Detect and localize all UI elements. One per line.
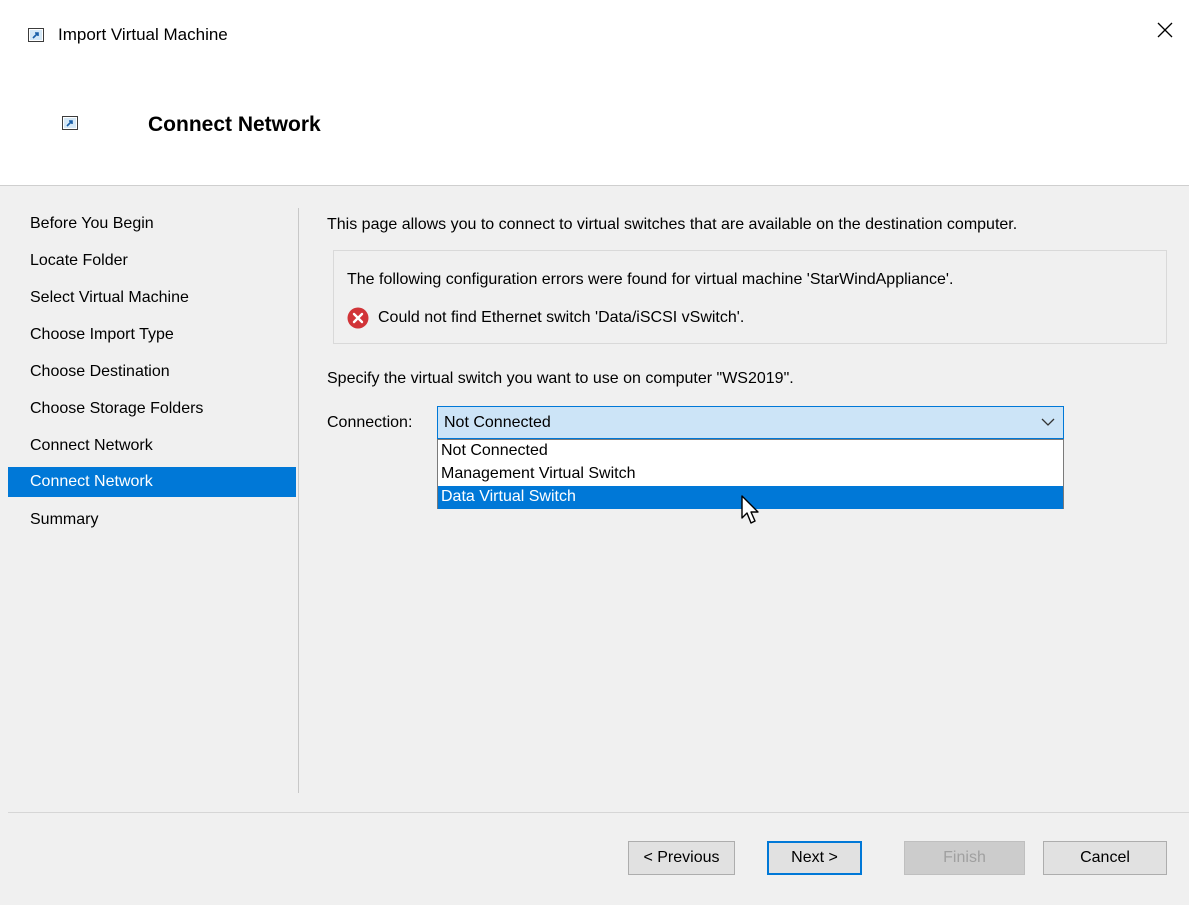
nav-item-summary[interactable]: Summary <box>8 501 296 538</box>
nav-item-choose-destination[interactable]: Choose Destination <box>8 353 296 390</box>
nav-item-connect-network[interactable]: Connect Network <box>8 427 296 464</box>
next-button[interactable]: Next > <box>767 841 862 875</box>
error-icon <box>347 307 369 329</box>
nav-item-choose-storage-folders[interactable]: Choose Storage Folders <box>8 390 296 427</box>
cancel-button[interactable]: Cancel <box>1043 841 1167 875</box>
page-title: Connect Network <box>148 113 321 136</box>
close-icon <box>1157 22 1173 38</box>
wizard-steps: Before You Begin Locate Folder Select Vi… <box>8 205 296 538</box>
mouse-pointer-icon <box>741 495 759 524</box>
nav-item-choose-import-type[interactable]: Choose Import Type <box>8 316 296 353</box>
error-box: The following configuration errors were … <box>333 250 1167 344</box>
import-vm-icon <box>28 28 44 42</box>
close-button[interactable] <box>1141 10 1189 50</box>
nav-item-locate-folder[interactable]: Locate Folder <box>8 242 296 279</box>
error-line: Could not find Ethernet switch 'Data/iSC… <box>347 307 744 329</box>
nav-item-before-you-begin[interactable]: Before You Begin <box>8 205 296 242</box>
error-heading: The following configuration errors were … <box>347 271 954 288</box>
error-message: Could not find Ethernet switch 'Data/iSC… <box>378 309 745 326</box>
intro-text: This page allows you to connect to virtu… <box>327 216 1018 233</box>
footer-divider <box>8 812 1189 813</box>
chevron-down-icon <box>1041 418 1055 426</box>
import-vm-icon <box>62 116 78 130</box>
title-bar: Import Virtual Machine <box>0 0 1189 70</box>
specify-text: Specify the virtual switch you want to u… <box>327 370 794 387</box>
finish-button[interactable]: Finish <box>904 841 1025 875</box>
option-management-virtual-switch[interactable]: Management Virtual Switch <box>438 463 1063 486</box>
nav-item-select-virtual-machine[interactable]: Select Virtual Machine <box>8 279 296 316</box>
option-not-connected[interactable]: Not Connected <box>438 440 1063 463</box>
page-header: Connect Network <box>0 70 1189 186</box>
connection-select[interactable]: Not Connected <box>437 406 1064 439</box>
nav-item-connect-network-selected[interactable]: Connect Network <box>8 467 296 497</box>
nav-divider <box>298 208 299 793</box>
window-title: Import Virtual Machine <box>58 25 228 44</box>
connection-label: Connection: <box>327 414 413 431</box>
connection-select-value: Not Connected <box>444 414 551 431</box>
previous-button[interactable]: < Previous <box>628 841 735 875</box>
